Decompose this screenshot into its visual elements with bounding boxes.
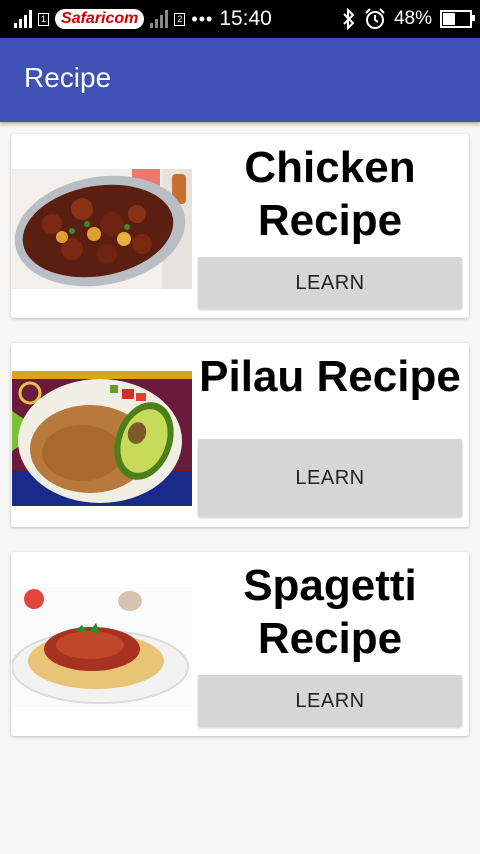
learn-button-pilau[interactable]: LEARN <box>198 439 462 517</box>
recipe-title: Spagetti Recipe <box>243 561 417 663</box>
learn-button-spagetti[interactable]: LEARN <box>198 675 462 727</box>
signal-icon <box>14 10 32 28</box>
recipe-card-chicken: Chicken Recipe LEARN <box>11 134 469 318</box>
app-title: Recipe <box>24 62 112 93</box>
recipe-title: Chicken Recipe <box>244 143 416 245</box>
app-bar: Recipe <box>0 38 480 122</box>
chicken-dish-image <box>12 169 192 289</box>
carrier-logo: Safaricom <box>55 9 145 29</box>
signal-icon <box>150 10 169 28</box>
status-bar: 1 Safaricom 2 ••• 15:40 48% <box>0 0 480 38</box>
battery-icon <box>440 10 475 28</box>
sim1-icon: 1 <box>38 12 50 26</box>
bluetooth-icon <box>343 8 355 30</box>
recipe-card-spagetti: Spagetti Recipe LEARN <box>11 552 469 736</box>
recipe-card-pilau: Pilau Recipe LEARN <box>11 343 469 527</box>
spaghetti-dish-image <box>12 587 192 707</box>
recipe-title: Pilau Recipe <box>199 352 461 401</box>
status-time: 15:40 <box>219 7 272 30</box>
learn-button-chicken[interactable]: LEARN <box>198 257 462 309</box>
sim2-icon: 2 <box>174 12 186 26</box>
pilau-dish-image <box>12 371 192 506</box>
battery-percent: 48% <box>393 8 432 29</box>
notification-dots: ••• <box>191 8 214 29</box>
alarm-icon <box>365 8 385 29</box>
